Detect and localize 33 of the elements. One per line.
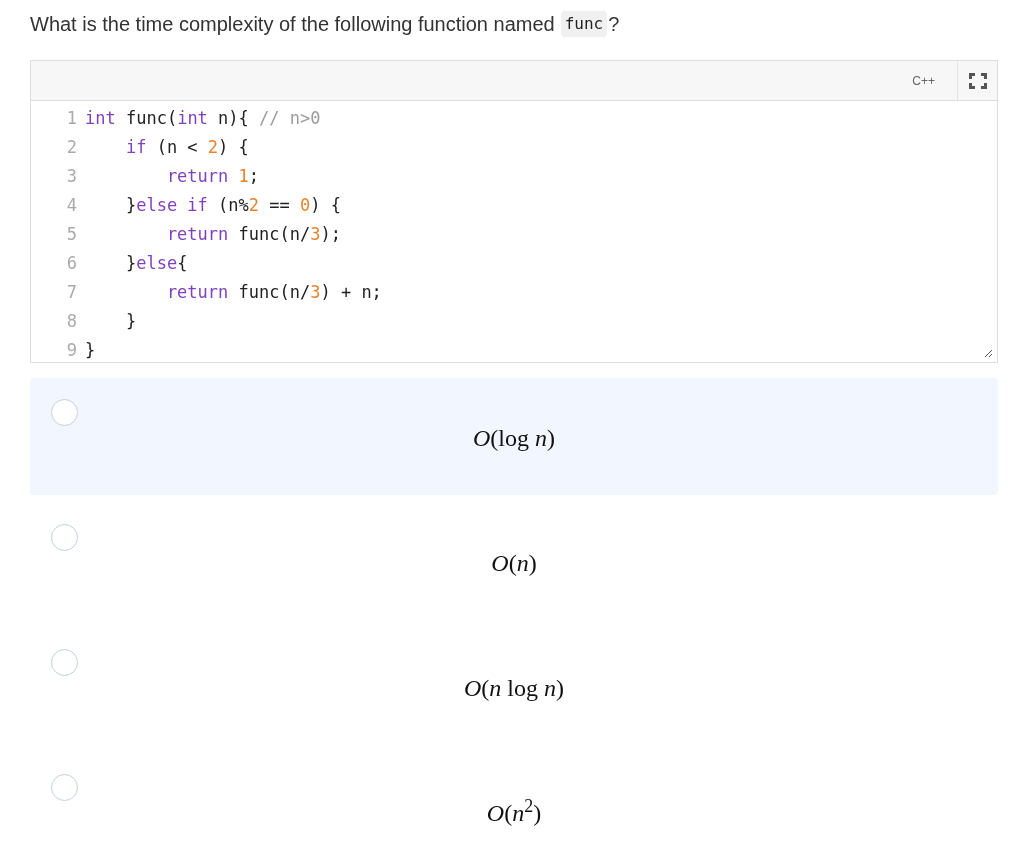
option-label: O(n log n) [464, 674, 564, 700]
language-label: C++ [912, 72, 935, 90]
option-label: O(n) [491, 549, 537, 575]
option-label: O(log n) [473, 424, 555, 450]
radio-button[interactable] [51, 649, 78, 676]
code-line: return 1; [165, 165, 260, 188]
line-number: 1 [66, 107, 77, 130]
resize-handle-icon [984, 349, 993, 358]
answer-option[interactable]: O(log n) [30, 378, 998, 495]
code-line: return func(n/3); [165, 223, 341, 246]
code-line: }else{ [124, 252, 188, 275]
question-mark: ? [608, 12, 620, 37]
question-text: What is the time complexity of the following function named [30, 12, 555, 37]
code-line: } [124, 310, 137, 333]
option-label: O(n$^{2}$) [486, 795, 542, 825]
radio-button[interactable] [51, 399, 78, 426]
inline-code: func [560, 11, 608, 37]
code-line: return func(n/3) + n; [165, 281, 382, 304]
line-number: 4 [66, 194, 77, 217]
line-number: 6 [66, 252, 77, 275]
code-line: }else if (n%2 == 0) { [124, 194, 341, 217]
code-line: } [85, 339, 96, 362]
radio-button[interactable] [51, 774, 78, 801]
fullscreen-icon [968, 72, 987, 89]
line-number: 3 [66, 165, 77, 188]
code-line: if (n < 2) { [124, 136, 249, 159]
line-number: 8 [66, 310, 77, 333]
line-number: 7 [66, 281, 77, 304]
code-line: int func(int n){ // n>0 [85, 107, 321, 130]
line-number: 9 [66, 339, 77, 362]
line-number: 2 [66, 136, 77, 159]
radio-button[interactable] [51, 524, 78, 551]
line-number: 5 [66, 223, 77, 246]
